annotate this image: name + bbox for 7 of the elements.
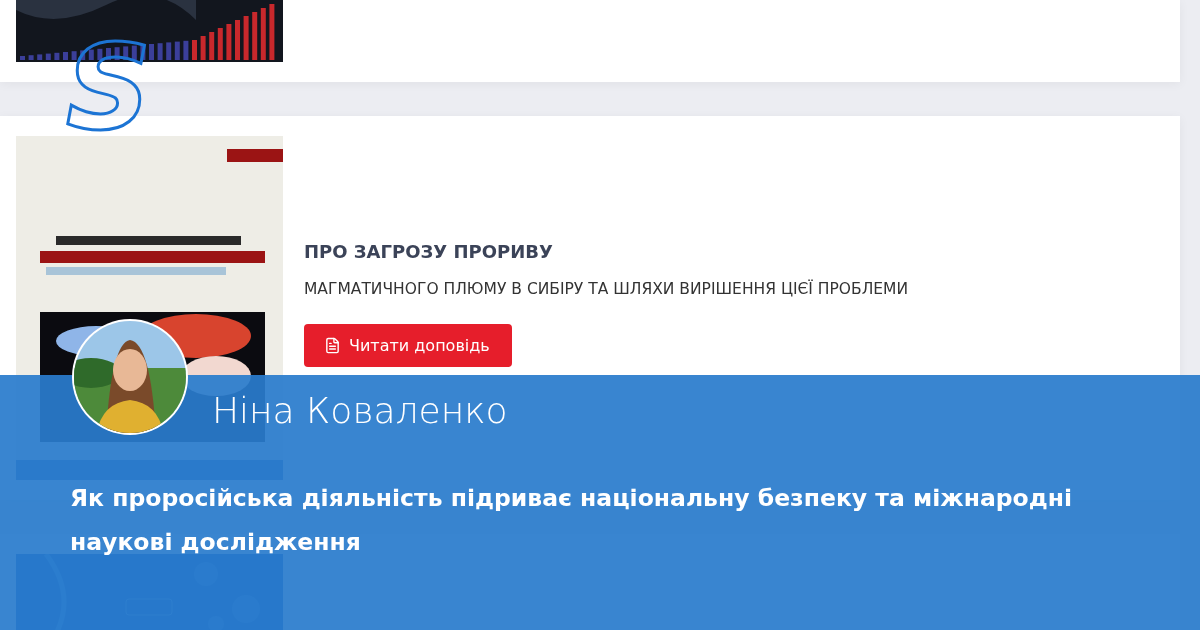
read-report-button[interactable]: Читати доповідь (304, 324, 512, 367)
report-subtitle: МАГМАТИЧНОГО ПЛЮМУ В СИБІРУ ТА ШЛЯХИ ВИРІШЕННЯ ЦІЄЇ ПРОБЛЕМИ (304, 280, 909, 298)
logo: S (66, 28, 151, 146)
report-title: ПРО ЗАГРОЗУ ПРОРИВУ (304, 241, 554, 262)
headline: Як проросійська діяльність підриває національну безпеку та міжнародні наукові дослідження (70, 483, 1073, 558)
author-name: Ніна Коваленко (212, 390, 508, 431)
document-icon (324, 337, 341, 354)
